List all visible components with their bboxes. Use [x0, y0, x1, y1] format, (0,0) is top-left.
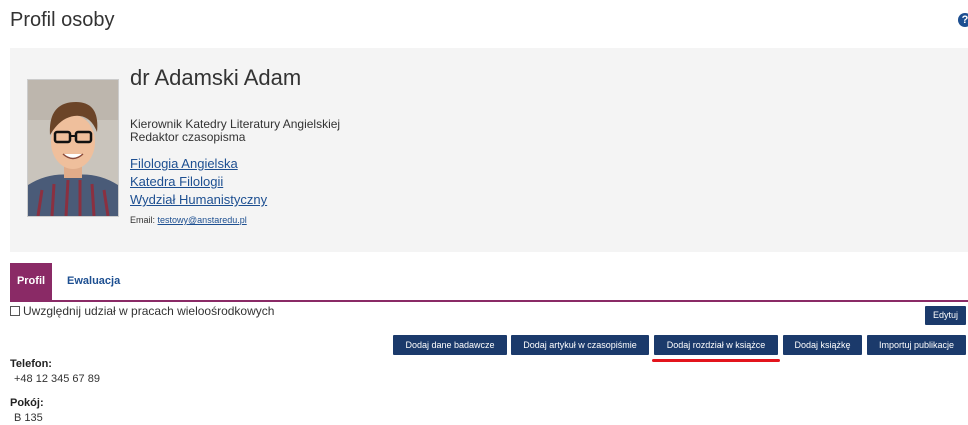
phone-label: Telefon:: [10, 358, 52, 370]
help-icon[interactable]: ?: [958, 13, 968, 27]
tab-bar: Profil Ewaluacja: [10, 263, 968, 302]
person-name: dr Adamski Adam: [130, 65, 302, 90]
multicenter-checkbox[interactable]: [10, 306, 20, 316]
avatar: [27, 79, 119, 217]
tab-profil[interactable]: Profil: [10, 263, 52, 300]
multicenter-label: Uwzględnij udział w pracach wieloośrodko…: [23, 304, 275, 318]
unit-link-katedra-filologii[interactable]: Katedra Filologii: [130, 173, 267, 191]
add-book-chapter-button[interactable]: Dodaj rozdział w książce: [654, 335, 778, 355]
email-row: Email: testowy@anstaredu.pl: [130, 215, 247, 225]
add-journal-article-button[interactable]: Dodaj artykuł w czasopiśmie: [511, 335, 649, 355]
phone-value: +48 12 345 67 89: [14, 373, 100, 385]
multicenter-option: Uwzględnij udział w pracach wieloośrodko…: [10, 304, 274, 318]
add-research-data-button[interactable]: Dodaj dane badawcze: [393, 335, 507, 355]
highlight-underline: [652, 359, 780, 362]
room-label: Pokój:: [10, 397, 44, 409]
add-book-button[interactable]: Dodaj książkę: [783, 335, 862, 355]
room-value: B 135: [14, 412, 43, 424]
page-title: Profil osoby: [10, 9, 115, 31]
edit-button[interactable]: Edytuj: [925, 306, 966, 325]
import-publications-button[interactable]: Importuj publikacje: [867, 335, 966, 355]
positions: Kierownik Katedry Literatury Angielskiej…: [130, 118, 340, 144]
tab-ewaluacja[interactable]: Ewaluacja: [67, 263, 120, 300]
unit-links: Filologia Angielska Katedra Filologii Wy…: [130, 155, 267, 209]
unit-link-filologia-angielska[interactable]: Filologia Angielska: [130, 155, 267, 173]
position-item: Redaktor czasopisma: [130, 130, 246, 144]
email-link[interactable]: testowy@anstaredu.pl: [158, 215, 247, 225]
email-label: Email:: [130, 215, 156, 225]
unit-link-wydzial-humanistyczny[interactable]: Wydział Humanistyczny: [130, 191, 267, 209]
profile-card: dr Adamski Adam Kierownik Katedry Litera…: [10, 48, 968, 252]
